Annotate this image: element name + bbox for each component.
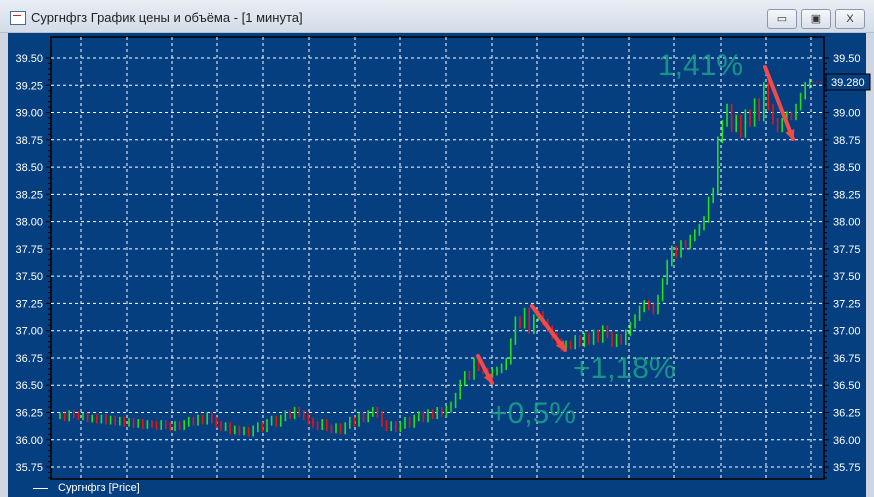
y-tick-label-right: 38.00 bbox=[833, 217, 861, 229]
y-tick-label-right: 35.75 bbox=[833, 462, 861, 474]
y-tick-label-left: 37.50 bbox=[15, 271, 43, 283]
legend-swatch bbox=[33, 487, 48, 489]
y-tick-label-left: 37.00 bbox=[15, 326, 43, 338]
y-tick-label-left: 38.00 bbox=[15, 217, 43, 229]
y-tick-label-left: 37.25 bbox=[15, 298, 43, 310]
y-tick-label-right: 36.50 bbox=[833, 380, 861, 392]
annotation-gain-1: +0,5% bbox=[490, 397, 576, 430]
y-tick-label-left: 36.00 bbox=[15, 435, 43, 447]
y-tick-label-right: 38.50 bbox=[833, 162, 861, 174]
legend-label: Сургнфгз [Price] bbox=[58, 482, 140, 494]
red-arrowhead-icon bbox=[785, 129, 795, 141]
y-tick-label-right: 39.50 bbox=[833, 53, 861, 65]
y-tick-label-left: 36.50 bbox=[15, 380, 43, 392]
y-tick-label-right: 37.00 bbox=[833, 326, 861, 338]
y-tick-label-right: 38.25 bbox=[833, 189, 861, 201]
y-tick-label-right: 37.75 bbox=[833, 244, 861, 256]
y-tick-label-left: 39.50 bbox=[15, 53, 43, 65]
y-tick-label-left: 38.25 bbox=[15, 189, 43, 201]
y-tick-label-right: 38.75 bbox=[833, 135, 861, 147]
y-tick-label-right: 36.75 bbox=[833, 353, 861, 365]
y-tick-label-right: 37.25 bbox=[833, 298, 861, 310]
annotation-gain-2: +1,18% bbox=[573, 352, 676, 385]
y-tick-label-right: 36.00 bbox=[833, 435, 861, 447]
y-tick-label-right: 36.25 bbox=[833, 408, 861, 420]
y-tick-label-left: 39.00 bbox=[15, 108, 43, 120]
annotation-gain-3: 1,41% bbox=[658, 49, 744, 82]
y-tick-label-left: 39.25 bbox=[15, 80, 43, 92]
last-price-label: 39.280 bbox=[831, 77, 865, 89]
y-tick-label-left: 38.50 bbox=[15, 162, 43, 174]
y-tick-label-left: 35.75 bbox=[15, 462, 43, 474]
y-tick-label-right: 39.00 bbox=[833, 108, 861, 120]
y-tick-label-left: 38.75 bbox=[15, 135, 43, 147]
y-tick-label-left: 36.75 bbox=[15, 353, 43, 365]
y-tick-label-left: 37.75 bbox=[15, 244, 43, 256]
y-tick-label-right: 37.50 bbox=[833, 271, 861, 283]
y-tick-label-left: 36.25 bbox=[15, 408, 43, 420]
legend: Сургнфгз [Price] bbox=[33, 482, 140, 494]
